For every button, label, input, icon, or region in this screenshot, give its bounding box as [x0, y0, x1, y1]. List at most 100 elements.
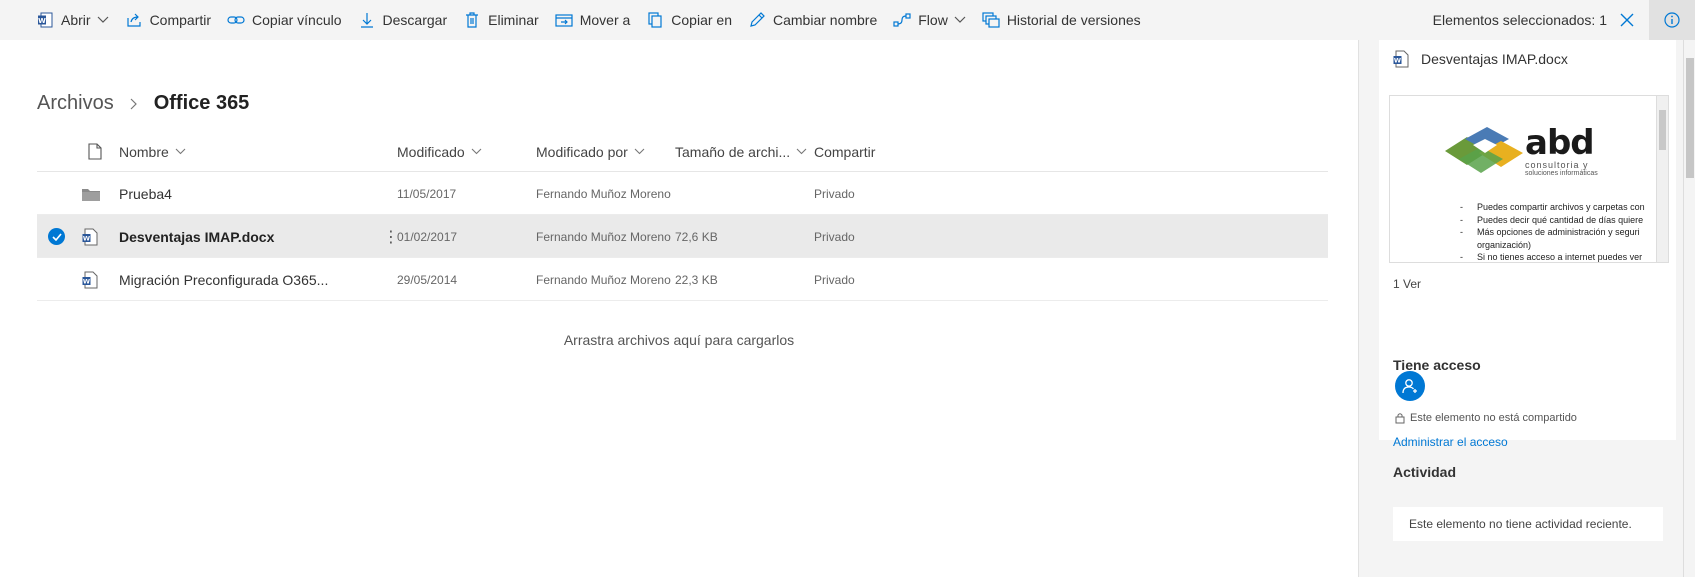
file-sharing: Privado	[814, 229, 855, 244]
word-icon: W	[36, 11, 54, 29]
flow-icon	[893, 11, 911, 29]
file-list-area: Archivos Office 365 Nombre Modificado Mo…	[0, 40, 1358, 577]
breadcrumb: Archivos Office 365	[37, 92, 249, 115]
share-button[interactable]: Compartir	[117, 0, 219, 40]
column-header-row: Nombre Modificado Modificado por Tamaño …	[37, 132, 1328, 172]
delete-label: Eliminar	[488, 12, 539, 28]
activity-empty-text: Este elemento no tiene actividad recient…	[1409, 517, 1632, 531]
download-button[interactable]: Descargar	[350, 0, 456, 40]
svg-text:W: W	[83, 277, 90, 285]
preview-scrollbar[interactable]	[1656, 96, 1668, 262]
preview-bullet: Puedes compartir archivos y carpetas con	[1460, 201, 1668, 214]
column-modified-label: Modificado	[397, 143, 465, 160]
breadcrumb-root[interactable]: Archivos	[37, 92, 114, 115]
share-label: Compartir	[149, 12, 212, 28]
chevron-down-icon	[97, 16, 109, 24]
file-name[interactable]: Migración Preconfigurada O365...	[119, 258, 328, 301]
move-to-button[interactable]: Mover a	[547, 0, 639, 40]
table-row[interactable]: W Migración Preconfigurada O365... 29/05…	[37, 258, 1328, 301]
clear-selection-close-icon[interactable]	[1615, 0, 1639, 40]
abd-logo: abd consultoria y soluciones informática…	[1445, 123, 1605, 187]
column-sharing-label: Compartir	[814, 143, 876, 160]
preview-bullet: Más opciones de administración y seguri	[1460, 226, 1668, 239]
table-row[interactable]: W Desventajas IMAP.docx ⋮ 01/02/2017 Fer…	[37, 215, 1328, 258]
file-name[interactable]: Prueba4	[119, 172, 172, 215]
details-preview-section: W Desventajas IMAP.docx abd consultoria …	[1379, 40, 1676, 320]
delete-button[interactable]: Eliminar	[455, 0, 547, 40]
file-size: 22,3 KB	[675, 272, 718, 287]
version-history-icon	[982, 11, 1000, 29]
preview-bullet: Puedes decir qué cantidad de días quiere	[1460, 214, 1668, 227]
not-shared-note: Este elemento no está compartido	[1395, 412, 1577, 424]
copy-to-button[interactable]: Copiar en	[638, 0, 740, 40]
svg-text:W: W	[38, 17, 46, 25]
folder-icon	[82, 172, 100, 215]
preview-scrollbar-thumb[interactable]	[1659, 110, 1666, 150]
pencil-icon	[748, 11, 766, 29]
copy-to-label: Copiar en	[671, 12, 732, 28]
rename-button[interactable]: Cambiar nombre	[740, 0, 885, 40]
column-size[interactable]: Tamaño de archi...	[675, 144, 807, 160]
access-section: Tiene acceso Este elemento no está compa…	[1379, 320, 1676, 449]
version-history-button[interactable]: Historial de versiones	[974, 0, 1149, 40]
file-modified-by: Fernando Muñoz Moreno	[536, 186, 671, 201]
lock-icon	[1395, 412, 1405, 424]
abd-logo-mark-icon	[1445, 127, 1523, 173]
file-sharing: Privado	[814, 272, 855, 287]
versions-link[interactable]: 1 Ver	[1393, 277, 1421, 291]
preview-bullet: organización)	[1477, 239, 1532, 250]
add-person-icon[interactable]	[1395, 371, 1425, 401]
move-to-label: Mover a	[579, 12, 631, 28]
word-doc-icon: W	[1393, 50, 1409, 68]
details-pane: W Desventajas IMAP.docx abd consultoria …	[1358, 40, 1695, 577]
file-modified: 29/05/2014	[397, 272, 458, 287]
file-size: 72,6 KB	[675, 229, 718, 244]
chevron-down-icon	[471, 148, 482, 155]
trash-icon	[463, 11, 481, 29]
chevron-down-icon	[175, 148, 186, 155]
copy-icon	[646, 11, 664, 29]
flow-label: Flow	[918, 12, 948, 28]
column-modified-by-label: Modificado por	[536, 143, 628, 160]
selected-count: Elementos seleccionados: 1	[1432, 12, 1607, 28]
logo-subtitle: consultoria y	[1525, 160, 1589, 170]
info-pane-toggle-icon[interactable]	[1649, 0, 1695, 40]
file-modified-by: Fernando Muñoz Moreno	[536, 229, 671, 244]
logo-text: abd	[1525, 123, 1595, 163]
details-file-title: W Desventajas IMAP.docx	[1393, 50, 1568, 68]
download-label: Descargar	[382, 12, 448, 28]
preview-bullet: Si no tienes acceso a internet puedes ve…	[1460, 251, 1668, 262]
manage-access-link[interactable]: Administrar el acceso	[1393, 435, 1508, 449]
column-modified[interactable]: Modificado	[397, 144, 482, 160]
column-sharing[interactable]: Compartir	[814, 144, 875, 160]
page-scrollbar[interactable]	[1683, 40, 1695, 577]
column-modified-by[interactable]: Modificado por	[536, 144, 645, 160]
flow-button[interactable]: Flow	[885, 0, 974, 40]
drop-files-hint: Arrastra archivos aquí para cargarlos	[563, 332, 795, 348]
not-shared-text: Este elemento no está compartido	[1410, 412, 1577, 424]
move-icon	[555, 11, 573, 29]
column-name[interactable]: Nombre	[119, 144, 186, 160]
download-icon	[358, 11, 376, 29]
file-modified-by: Fernando Muñoz Moreno	[536, 272, 671, 287]
logo-subtitle-2: soluciones informáticas	[1525, 170, 1598, 177]
activity-empty-state: Este elemento no tiene actividad recient…	[1393, 507, 1663, 541]
column-size-label: Tamaño de archi...	[675, 143, 791, 160]
command-bar: W Abrir Compartir Copiar vínculo Descarg…	[0, 0, 1695, 40]
word-doc-icon: W	[82, 215, 98, 258]
file-name[interactable]: Desventajas IMAP.docx	[119, 215, 274, 258]
chevron-right-icon	[130, 98, 138, 110]
open-label: Abrir	[61, 12, 91, 28]
file-sharing: Privado	[814, 186, 855, 201]
file-type-icon[interactable]	[88, 143, 102, 160]
page-scrollbar-thumb[interactable]	[1686, 58, 1694, 178]
table-row[interactable]: Prueba4 11/05/2017 Fernando Muñoz Moreno…	[37, 172, 1328, 215]
details-file-name: Desventajas IMAP.docx	[1421, 51, 1568, 67]
open-button[interactable]: W Abrir	[28, 0, 117, 40]
word-doc-icon: W	[82, 258, 98, 301]
copy-link-button[interactable]: Copiar vínculo	[219, 0, 350, 40]
column-name-label: Nombre	[119, 143, 169, 160]
checkmark-icon[interactable]	[48, 228, 65, 245]
document-preview[interactable]: abd consultoria y soluciones informática…	[1389, 95, 1669, 263]
breadcrumb-current: Office 365	[153, 92, 250, 114]
